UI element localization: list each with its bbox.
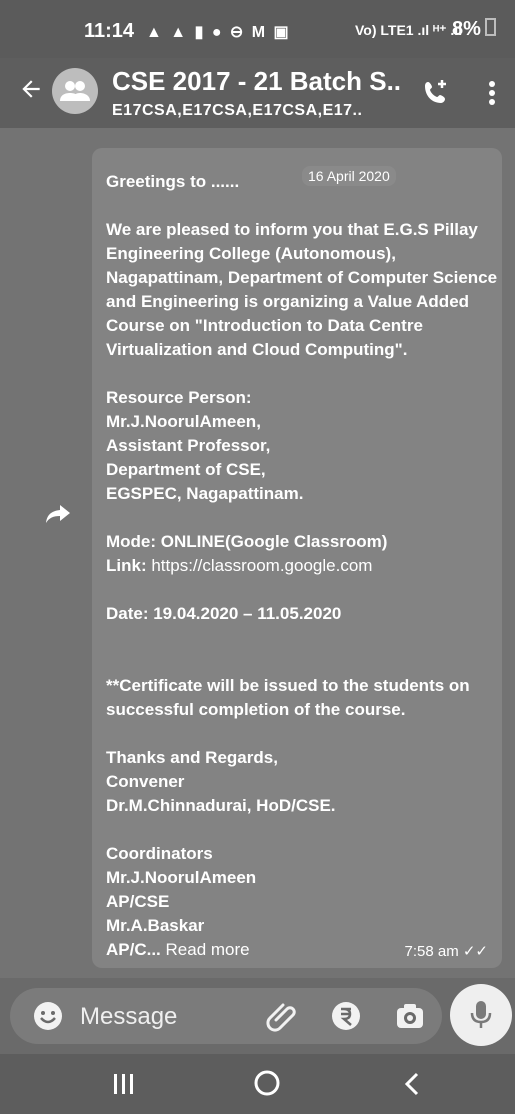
link-line: Link: https://classroom.google.com (106, 554, 498, 578)
battery-indicator: 8% (452, 18, 496, 41)
network-indicator: Vo) LTE1 .ıl ᴴ⁺ .ıl (355, 22, 463, 38)
truncated-text: AP/C... (106, 940, 161, 959)
composer-bar (0, 978, 515, 1054)
message-text: Greetings to ...... We are pleased to in… (106, 170, 498, 962)
message-input[interactable] (78, 998, 252, 1036)
chat-header: CSE 2017 - 21 Batch S.. E17CSA,E17CSA,E1… (0, 58, 515, 128)
recent-apps-icon[interactable] (110, 1070, 138, 1098)
link-label: Link: (106, 556, 152, 575)
nav-back-icon[interactable] (400, 1070, 424, 1098)
chat-title[interactable]: CSE 2017 - 21 Batch S.. (112, 66, 401, 97)
mic-button[interactable] (450, 984, 512, 1046)
announcement-paragraph: We are pleased to inform you that E.G.S … (106, 220, 498, 359)
classroom-link[interactable]: https://classroom.google.com (151, 556, 372, 575)
chat-members[interactable]: E17CSA,E17CSA,E17CSA,E17.. (112, 102, 362, 120)
mode-text: Mode: ONLINE(Google Classroom) (106, 532, 388, 551)
battery-percent: 8% (452, 18, 481, 40)
notification-icons: ▲ ▲ ▮ ● ⊖ M ▣ (146, 24, 291, 41)
payment-icon[interactable] (330, 1000, 362, 1032)
read-more-link[interactable]: Read more (166, 940, 250, 959)
status-time: 11:14 (84, 20, 135, 42)
message-timestamp: 7:58 am ✓✓ (404, 943, 488, 960)
message-box[interactable] (10, 988, 442, 1044)
greeting-text: Greetings to ...... (106, 172, 240, 191)
system-nav-bar (0, 1054, 515, 1114)
message-bubble[interactable]: 16 April 2020 Greetings to ...... We are… (92, 148, 502, 968)
status-bar: 11:14 ▲ ▲ ▮ ● ⊖ M ▣ Vo) LTE1 .ıl ᴴ⁺ .ıl … (0, 0, 515, 58)
emoji-icon[interactable] (32, 1000, 64, 1032)
coordinators-text: Coordinators Mr.J.NoorulAmeen AP/CSE Mr.… (106, 844, 257, 935)
date-text: Date: 19.04.2020 – 11.05.2020 (106, 604, 342, 623)
group-avatar-icon[interactable] (52, 68, 98, 114)
more-vert-icon[interactable] (484, 76, 500, 110)
back-arrow-icon[interactable] (18, 76, 44, 108)
chat-area[interactable]: 16 April 2020 Greetings to ...... We are… (0, 128, 515, 978)
camera-icon[interactable] (394, 1000, 426, 1032)
add-call-icon[interactable] (420, 76, 454, 110)
mic-icon (470, 1001, 492, 1028)
forward-icon[interactable] (44, 503, 72, 525)
resource-details: Mr.J.NoorulAmeen, Assistant Professor, D… (106, 412, 304, 503)
battery-icon (484, 18, 496, 36)
home-icon[interactable] (252, 1068, 282, 1098)
resource-heading: Resource Person: (106, 388, 252, 407)
attach-icon[interactable] (266, 1000, 298, 1032)
certificate-text: **Certificate will be issued to the stud… (106, 676, 470, 719)
regards-text: Thanks and Regards, Convener Dr.M.Chinna… (106, 748, 336, 815)
